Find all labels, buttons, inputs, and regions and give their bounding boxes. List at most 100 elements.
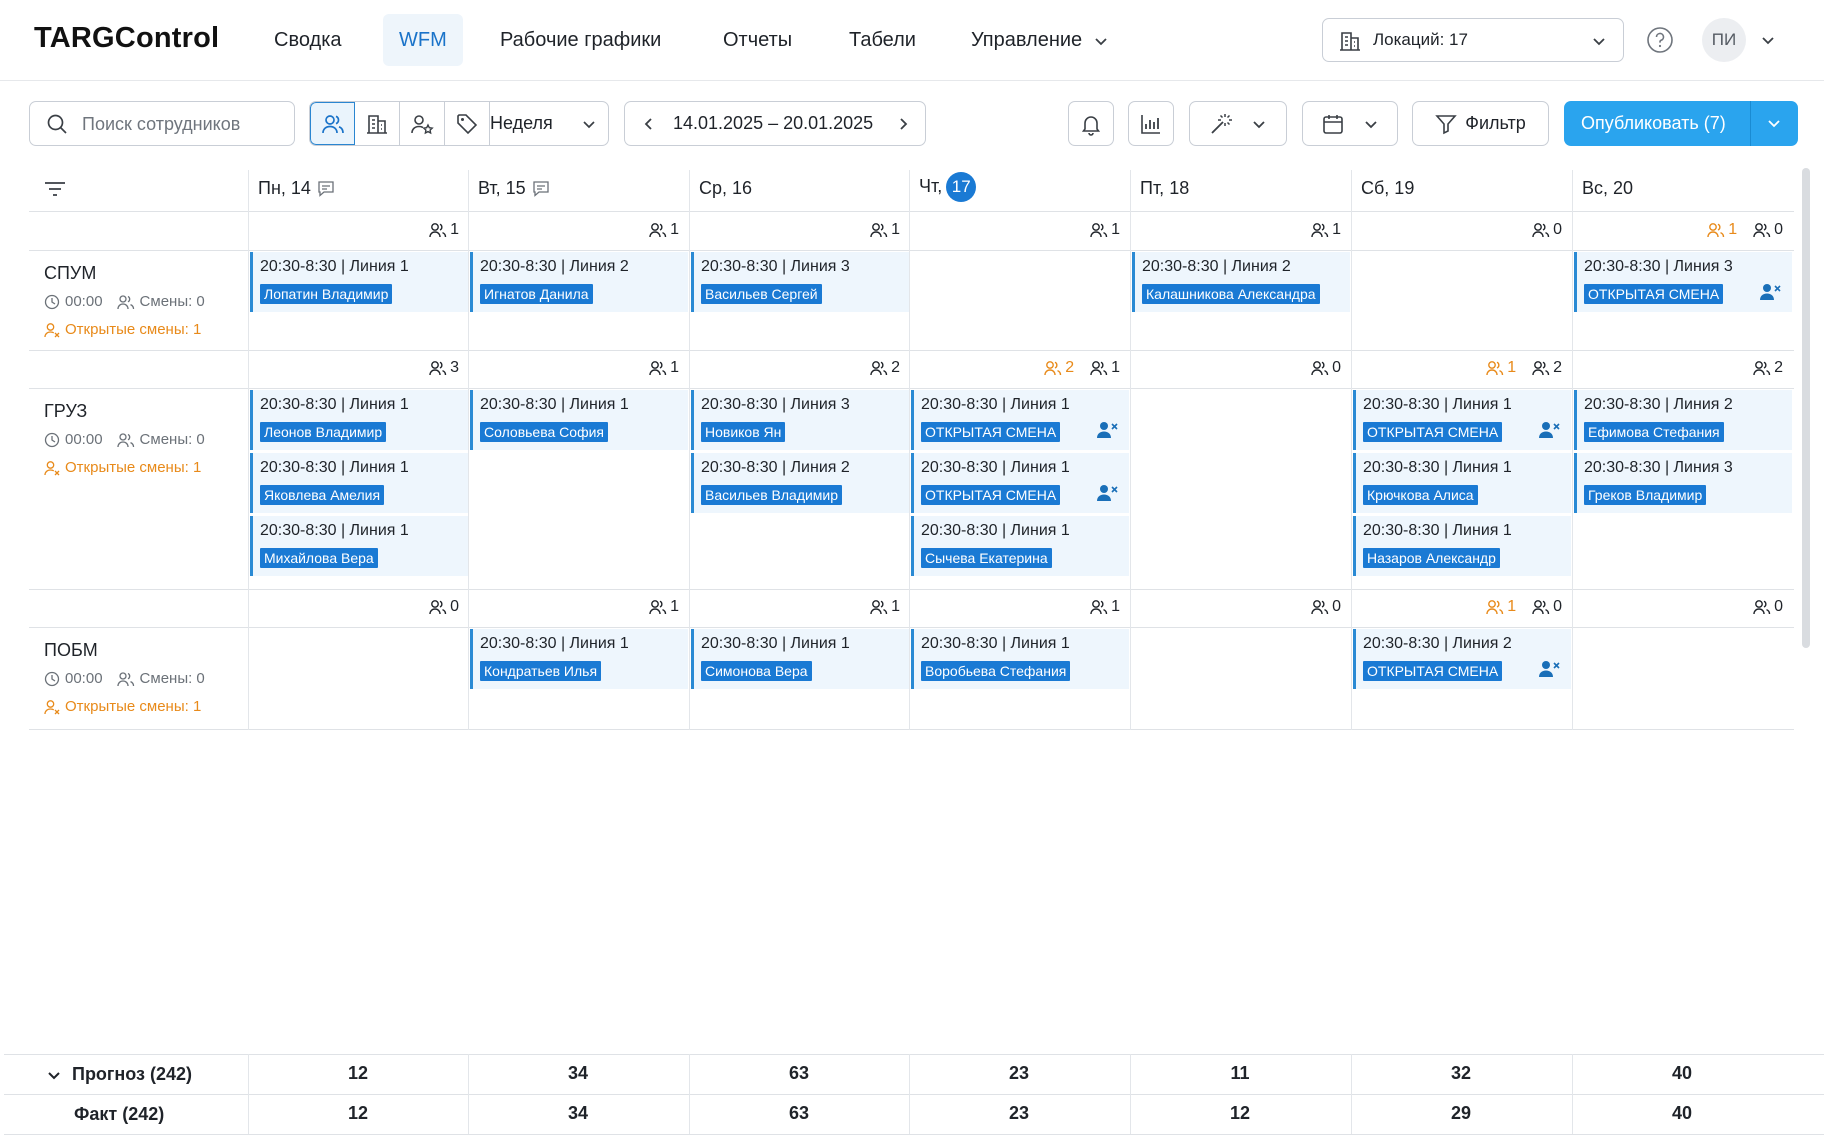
open-shift-label: ОТКРЫТАЯ СМЕНА — [1584, 284, 1724, 304]
nav-item-management[interactable]: Управление — [955, 14, 1124, 66]
help-icon[interactable] — [1646, 26, 1674, 54]
nav-item-timesheets[interactable]: Табели — [833, 14, 932, 66]
period-select[interactable]: Неделя — [490, 113, 553, 134]
grid-divider — [29, 350, 1794, 351]
chevron-right-icon[interactable] — [895, 116, 911, 132]
shift-card[interactable]: 20:30-8:30 | Линия 2 Васильев Владимир — [691, 453, 909, 513]
staff-count: 1 — [1311, 221, 1341, 239]
day-header[interactable]: Пт, 18 — [1140, 178, 1189, 199]
unassigned-user-icon[interactable] — [1097, 484, 1119, 502]
user-star-icon — [410, 112, 434, 136]
view-tags-button[interactable] — [445, 102, 490, 145]
shift-card[interactable]: 20:30-8:30 | Линия 1 Соловьева София — [470, 390, 688, 450]
locations-select[interactable]: Локаций: 17 — [1322, 18, 1624, 62]
day-header[interactable]: Чт, 17 — [919, 172, 977, 202]
view-skills-button[interactable] — [400, 102, 445, 145]
shift-card[interactable]: 20:30-8:30 | Линия 3 Новиков Ян — [691, 390, 909, 450]
open-shift-card[interactable]: 20:30-8:30 | Линия 1 ОТКРЫТАЯ СМЕНА — [1353, 390, 1571, 450]
open-shift-count: 1 — [1486, 359, 1516, 377]
shift-card[interactable]: 20:30-8:30 | Линия 1 Сычева Екатерина — [911, 516, 1129, 576]
day-header[interactable]: Вт, 15 — [478, 178, 550, 199]
chevron-down-icon — [582, 117, 596, 131]
shift-card[interactable]: 20:30-8:30 | Линия 2 Ефимова Стефания — [1574, 390, 1792, 450]
locations-label: Локаций: 17 — [1373, 30, 1468, 49]
shift-time: 20:30-8:30 | Линия 2 — [701, 459, 850, 476]
building-icon — [1339, 30, 1361, 52]
footer-divider — [689, 1054, 690, 1134]
staff-count-value: 0 — [1553, 598, 1562, 615]
filter-button[interactable]: Фильтр — [1412, 101, 1549, 146]
employee-name: Лопатин Владимир — [260, 284, 393, 304]
date-range-label[interactable]: 14.01.2025 – 20.01.2025 — [673, 113, 873, 134]
day-header[interactable]: Пн, 14 — [258, 178, 335, 199]
unassigned-user-icon[interactable] — [1760, 283, 1782, 301]
shift-card[interactable]: 20:30-8:30 | Линия 2 Игнатов Данила — [470, 252, 688, 312]
search-input[interactable]: Поиск сотрудников — [29, 101, 295, 146]
day-label: Вс, 20 — [1582, 178, 1634, 198]
day-header[interactable]: Ср, 16 — [699, 178, 752, 199]
open-shift-label: ОТКРЫТАЯ СМЕНА — [1363, 661, 1503, 681]
shift-card[interactable]: 20:30-8:30 | Линия 1 Крючкова Алиса — [1353, 453, 1571, 513]
shift-time: 20:30-8:30 | Линия 1 — [480, 635, 629, 652]
shift-card[interactable]: 20:30-8:30 | Линия 1 Яковлева Амелия — [250, 453, 468, 513]
chevron-down-icon[interactable] — [1760, 32, 1776, 48]
clock-icon — [44, 294, 60, 310]
user-avatar[interactable]: ПИ — [1702, 18, 1746, 62]
comment-icon[interactable] — [532, 180, 550, 198]
shift-card[interactable]: 20:30-8:30 | Линия 1 Лопатин Владимир — [250, 252, 468, 312]
auto-schedule-button[interactable] — [1189, 101, 1287, 146]
forecast-toggle[interactable]: Прогноз (242) — [46, 1064, 192, 1085]
sort-icon[interactable] — [44, 181, 66, 197]
chevron-left-icon[interactable] — [641, 116, 657, 132]
shift-card[interactable]: 20:30-8:30 | Линия 3 Греков Владимир — [1574, 453, 1792, 513]
grid-divider — [29, 589, 1794, 590]
shift-card[interactable]: 20:30-8:30 | Линия 1 Назаров Александр — [1353, 516, 1571, 576]
view-locations-button[interactable] — [355, 102, 400, 145]
shift-card[interactable]: 20:30-8:30 | Линия 1 Михайлова Вера — [250, 516, 468, 576]
shift-card[interactable]: 20:30-8:30 | Линия 3 Васильев Сергей — [691, 252, 909, 312]
app-logo[interactable]: TARGControl — [34, 22, 219, 55]
day-header[interactable]: Сб, 19 — [1361, 178, 1414, 199]
nav-item-summary[interactable]: Сводка — [258, 14, 358, 66]
chevron-down-icon[interactable] — [1766, 115, 1782, 131]
group-open-shifts[interactable]: Открытые смены: 1 — [44, 459, 201, 476]
users-icon — [1311, 222, 1329, 238]
shift-card[interactable]: 20:30-8:30 | Линия 2 Калашникова Александ… — [1132, 252, 1350, 312]
users-icon — [429, 360, 447, 376]
publish-button[interactable]: Опубликовать (7) — [1564, 101, 1798, 146]
column-divider — [1351, 212, 1352, 351]
calendar-button[interactable] — [1302, 101, 1398, 146]
open-shift-card[interactable]: 20:30-8:30 | Линия 1 ОТКРЫТАЯ СМЕНА — [911, 390, 1129, 450]
users-icon — [1753, 222, 1771, 238]
nav-item-reports[interactable]: Отчеты — [707, 14, 808, 66]
shift-card[interactable]: 20:30-8:30 | Линия 1 Леонов Владимир — [250, 390, 468, 450]
group-name: ПОБМ — [44, 640, 98, 660]
vertical-scrollbar[interactable] — [1802, 168, 1810, 648]
unassigned-user-icon[interactable] — [1539, 421, 1561, 439]
shift-card[interactable]: 20:30-8:30 | Линия 1 Кондратьев Илья — [470, 629, 688, 689]
view-employees-button[interactable] — [310, 102, 355, 145]
staff-count-value: 1 — [891, 598, 900, 615]
day-label: Ср, 16 — [699, 178, 753, 198]
open-shift-card[interactable]: 20:30-8:30 | Линия 1 ОТКРЫТАЯ СМЕНА — [911, 453, 1129, 513]
shift-card[interactable]: 20:30-8:30 | Линия 1 Симонова Вера — [691, 629, 909, 689]
footer-divider — [1572, 1054, 1573, 1134]
open-shift-card[interactable]: 20:30-8:30 | Линия 3 ОТКРЫТАЯ СМЕНА — [1574, 252, 1792, 312]
comment-icon[interactable] — [317, 180, 335, 198]
unassigned-user-icon[interactable] — [1097, 421, 1119, 439]
staff-count: 1 — [870, 221, 900, 239]
employee-name: Назаров Александр — [1363, 548, 1500, 568]
open-shift-label: ОТКРЫТАЯ СМЕНА — [921, 485, 1061, 505]
open-shift-card[interactable]: 20:30-8:30 | Линия 2 ОТКРЫТАЯ СМЕНА — [1353, 629, 1571, 689]
notifications-button[interactable] — [1068, 101, 1114, 146]
unassigned-user-icon[interactable] — [1539, 660, 1561, 678]
column-divider — [1130, 589, 1131, 730]
analytics-button[interactable] — [1128, 101, 1174, 146]
day-header[interactable]: Вс, 20 — [1582, 178, 1633, 199]
date-range-picker: 14.01.2025 – 20.01.2025 — [624, 101, 926, 146]
nav-item-work-schedules[interactable]: Рабочие графики — [484, 14, 677, 66]
group-open-shifts[interactable]: Открытые смены: 1 — [44, 698, 201, 715]
shift-card[interactable]: 20:30-8:30 | Линия 1 Воробьева Стефания — [911, 629, 1129, 689]
nav-item-wfm[interactable]: WFM — [383, 14, 463, 66]
group-open-shifts[interactable]: Открытые смены: 1 — [44, 321, 201, 338]
